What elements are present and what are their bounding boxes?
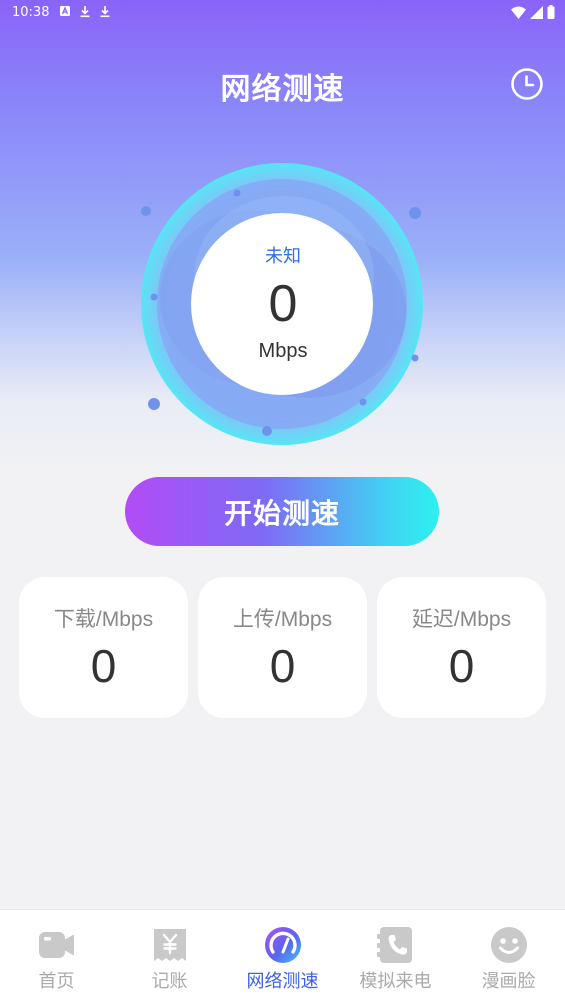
- upload-stat-value: 0: [269, 640, 296, 692]
- tab-accounting[interactable]: 记账: [113, 910, 226, 1004]
- download-stat-label: 下载/Mbps: [53, 608, 154, 631]
- tab-home-label: 首页: [38, 971, 75, 992]
- download-icon: [98, 4, 112, 18]
- latency-stat-label: 延迟/Mbps: [411, 608, 512, 631]
- upload-stat-card: 上传/Mbps 0: [198, 577, 367, 718]
- video-camera-icon: [39, 932, 74, 958]
- gauge-unit-label: Mbps: [258, 340, 308, 362]
- gauge-dot: [233, 189, 241, 197]
- start-test-button[interactable]: 开始测速: [125, 477, 439, 546]
- status-bar: 10:38: [0, 0, 565, 26]
- latency-stat-value: 0: [448, 640, 475, 692]
- gauge-dot: [262, 426, 272, 436]
- tab-home[interactable]: 首页: [0, 910, 113, 1004]
- phone-call-icon: [377, 927, 412, 963]
- signal-icon: [530, 5, 543, 23]
- tab-fake-call-label: 模拟来电: [359, 971, 432, 992]
- history-button[interactable]: [510, 67, 544, 101]
- gauge-dot: [141, 206, 151, 216]
- gauge-dot: [359, 398, 367, 406]
- tab-cartoon-face-label: 漫画脸: [481, 971, 536, 992]
- gauge-dot: [148, 398, 160, 410]
- latency-stat-card: 延迟/Mbps 0: [377, 577, 546, 718]
- gauge-dot: [150, 293, 158, 301]
- wifi-icon: [511, 6, 526, 23]
- notification-a-icon: [58, 4, 72, 18]
- tab-accounting-label: 记账: [151, 971, 188, 992]
- gauge-dot: [411, 354, 419, 362]
- download-stat-card: 下载/Mbps 0: [19, 577, 188, 718]
- gauge-speed-value: 0: [268, 275, 298, 333]
- receipt-yen-icon: [154, 929, 186, 961]
- clock-icon: [511, 68, 543, 100]
- tab-speed-test[interactable]: 网络测速: [226, 910, 339, 1004]
- download-stat-value: 0: [90, 640, 117, 692]
- page-title: 网络测速: [220, 72, 345, 107]
- tab-cartoon-face[interactable]: 漫画脸: [452, 910, 565, 1004]
- download-icon: [78, 4, 92, 18]
- upload-stat-label: 上传/Mbps: [232, 608, 333, 631]
- tab-speed-test-label: 网络测速: [246, 971, 319, 992]
- gauge-dot: [409, 207, 421, 219]
- speedometer-icon: [265, 927, 301, 963]
- tab-fake-call[interactable]: 模拟来电: [339, 910, 452, 1004]
- battery-icon: [547, 5, 555, 23]
- status-time: 10:38: [12, 5, 50, 20]
- gauge-status-text: 未知: [265, 246, 301, 267]
- bottom-tab-bar: 首页 记账 网络测速 模拟来电 漫画脸: [0, 909, 565, 1004]
- smiley-face-icon: [491, 927, 527, 963]
